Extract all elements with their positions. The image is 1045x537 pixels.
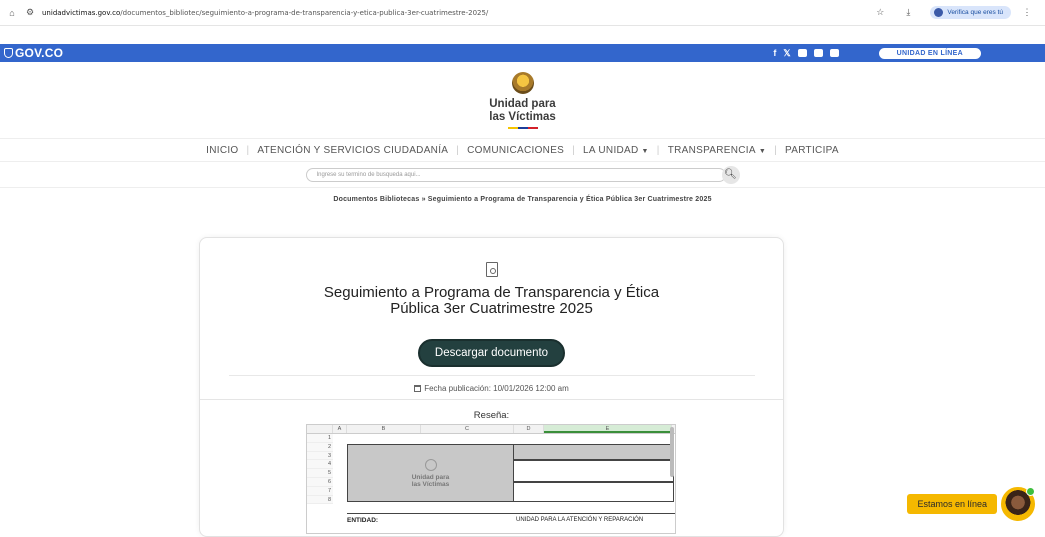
- nav-item-atencion[interactable]: ATENCIÓN Y SERVICIOS CIUDADANÍA: [249, 145, 456, 156]
- nav-item-inicio[interactable]: INICIO: [198, 145, 246, 156]
- flickr-icon[interactable]: [830, 49, 839, 57]
- address-bar[interactable]: unidadvictimas.gov.co/documentos_bibliot…: [42, 9, 874, 17]
- sheet-logo-cell: Unidad para las Víctimas: [347, 444, 514, 502]
- gov-shield-icon: [4, 48, 13, 58]
- logo-flag-stripe: [508, 127, 538, 129]
- publication-date: Fecha publicación: 10/01/2026 12:00 am: [414, 384, 569, 393]
- resena-label: Reseña:: [200, 410, 783, 421]
- verify-chip[interactable]: Verifica que eres tú: [930, 6, 1011, 19]
- sheet-col-e: E: [544, 425, 672, 433]
- site-header: Unidad para las Víctimas: [0, 62, 1045, 138]
- url-host: unidadvictimas.gov.co: [42, 9, 120, 17]
- sheet-logo-line2: las Víctimas: [412, 481, 450, 488]
- nav-label: ATENCIÓN Y SERVICIOS CIUDADANÍA: [257, 145, 448, 156]
- sheet-row-7: 7: [307, 487, 333, 496]
- nav-item-transparencia[interactable]: TRANSPARENCIA▼: [660, 145, 774, 156]
- gov-bar: GOV.CO f 𝕏 UNIDAD EN LÍNEA: [0, 44, 1045, 62]
- sheet-entidad-value: UNIDAD PARA LA ATENCIÓN Y REPARACIÓN: [516, 517, 643, 523]
- sheet-row-4: 4: [307, 460, 333, 469]
- sheet-row-6: 6: [307, 478, 333, 487]
- sheet-cell-box: [514, 460, 674, 482]
- spreadsheet-preview: A B C D E 1 2 3 4 5 6 7 8 Unidad para la…: [306, 424, 676, 534]
- sheet-col-a: A: [333, 425, 347, 433]
- sheet-cell-box: [514, 482, 674, 502]
- logo-line2: las Víctimas: [489, 111, 555, 124]
- chat-widget[interactable]: Estamos en línea: [907, 487, 1035, 521]
- divider: [229, 375, 755, 376]
- x-icon[interactable]: 𝕏: [783, 48, 790, 59]
- download-button[interactable]: Descargar documento: [418, 339, 565, 367]
- sheet-row-2: 2: [307, 443, 333, 452]
- caret-down-icon: ▼: [759, 148, 766, 155]
- sheet-col-c: C: [421, 425, 514, 433]
- download-icon[interactable]: ⤓: [902, 7, 914, 19]
- browser-toolbar: ⌂ ⚙ unidadvictimas.gov.co/documentos_bib…: [0, 0, 1045, 26]
- search-input[interactable]: Ingrese su termino de busqueda aqui...: [306, 168, 726, 182]
- sheet-coat-of-arms-icon: [425, 459, 437, 471]
- facebook-icon[interactable]: f: [773, 48, 776, 58]
- home-icon[interactable]: ⌂: [6, 7, 18, 19]
- nav-label: LA UNIDAD: [583, 145, 639, 156]
- sheet-logo-line1: Unidad para: [412, 474, 450, 481]
- bookmark-star-icon[interactable]: ☆: [874, 7, 886, 19]
- sheet-entidad-label: ENTIDAD:: [347, 517, 378, 524]
- sheet-row-1: 1: [307, 434, 333, 443]
- document-title: Seguimiento a Programa de Transparencia …: [312, 285, 672, 317]
- kebab-menu-icon[interactable]: ⋮: [1021, 7, 1033, 19]
- nav-label: INICIO: [206, 145, 238, 156]
- breadcrumb[interactable]: Documentos Bibliotecas » Seguimiento a P…: [0, 196, 1045, 210]
- calendar-icon: [414, 385, 421, 392]
- sheet-row-5: 5: [307, 469, 333, 478]
- site-logo[interactable]: Unidad para las Víctimas: [489, 98, 555, 124]
- gov-logo-text: GOV.CO: [15, 46, 63, 60]
- sheet-row-headers: 1 2 3 4 5 6 7 8: [307, 434, 333, 504]
- social-links: f 𝕏: [773, 48, 838, 59]
- url-path: /documentos_bibliotec/seguimiento-a-prog…: [120, 9, 488, 17]
- site-info-icon[interactable]: ⚙: [24, 7, 36, 19]
- document-header: Seguimiento a Programa de Transparencia …: [200, 238, 783, 400]
- sheet-row-3: 3: [307, 452, 333, 461]
- pdf-file-icon: [486, 262, 498, 277]
- nav-label: COMUNICACIONES: [467, 145, 564, 156]
- search-button[interactable]: 🔍︎: [722, 166, 740, 184]
- logo-line1: Unidad para: [489, 98, 555, 111]
- online-status-badge: [1026, 487, 1035, 496]
- nav-item-comunicaciones[interactable]: COMUNICACIONES: [459, 145, 572, 156]
- sheet-column-headers: A B C D E: [307, 425, 675, 434]
- nav-item-participa[interactable]: PARTICIPA: [777, 145, 847, 156]
- sheet-row-border: [347, 513, 676, 514]
- verify-label: Verifica que eres tú: [947, 9, 1003, 16]
- publication-date-text: Fecha publicación: 10/01/2026 12:00 am: [424, 384, 569, 393]
- sheet-scrollbar[interactable]: [670, 427, 674, 477]
- sheet-header-cell: [514, 444, 674, 460]
- document-card: Seguimiento a Programa de Transparencia …: [199, 237, 784, 537]
- search-icon: 🔍︎: [724, 169, 737, 180]
- nav-label: PARTICIPA: [785, 145, 839, 156]
- nav-label: TRANSPARENCIA: [668, 145, 756, 156]
- gov-logo[interactable]: GOV.CO: [4, 46, 63, 60]
- sheet-corner: [307, 425, 333, 433]
- sheet-row-8: 8: [307, 496, 333, 505]
- caret-down-icon: ▼: [642, 148, 649, 155]
- instagram-icon[interactable]: [814, 49, 823, 57]
- youtube-icon[interactable]: [798, 49, 807, 57]
- chat-label[interactable]: Estamos en línea: [907, 494, 997, 514]
- chat-avatar[interactable]: [1001, 487, 1035, 521]
- main-nav: INICIO | ATENCIÓN Y SERVICIOS CIUDADANÍA…: [0, 138, 1045, 162]
- sheet-col-d: D: [514, 425, 544, 433]
- profile-icon: [934, 8, 943, 17]
- coat-of-arms-icon: [512, 72, 534, 94]
- search-row: Ingrese su termino de busqueda aqui... 🔍…: [0, 162, 1045, 188]
- unidad-en-linea-button[interactable]: UNIDAD EN LÍNEA: [879, 48, 981, 59]
- nav-item-la-unidad[interactable]: LA UNIDAD▼: [575, 145, 657, 156]
- sheet-col-b: B: [347, 425, 421, 433]
